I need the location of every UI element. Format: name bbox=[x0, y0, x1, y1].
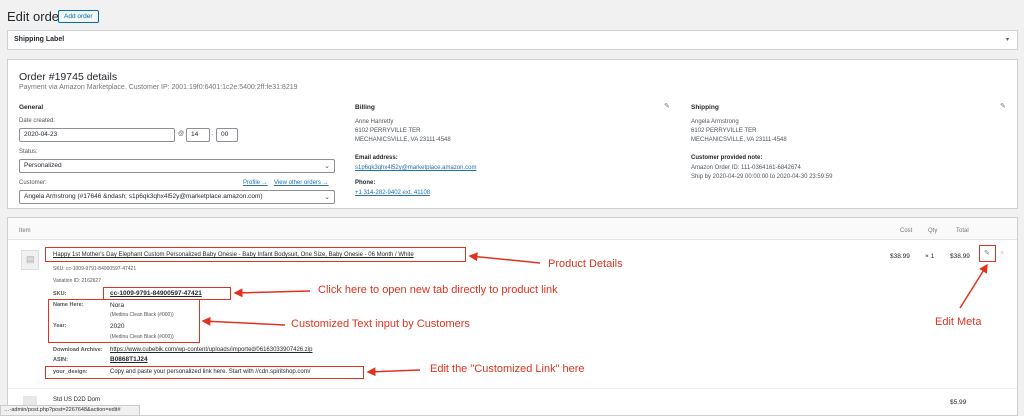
annotation-arrows bbox=[201, 252, 988, 377]
annotation-product-details: Product Details bbox=[548, 258, 623, 270]
status-bar-url: …-admin/post.php?post=2267648&action=edi… bbox=[0, 405, 140, 416]
annotation-customized: Customized Text input by Customers bbox=[291, 318, 470, 330]
annotation-edit-meta: Edit Meta bbox=[935, 316, 982, 328]
annotation-click-here: Click here to open new tab directly to p… bbox=[318, 284, 558, 296]
annotation-edit-link: Edit the "Customized Link" here bbox=[430, 363, 585, 375]
